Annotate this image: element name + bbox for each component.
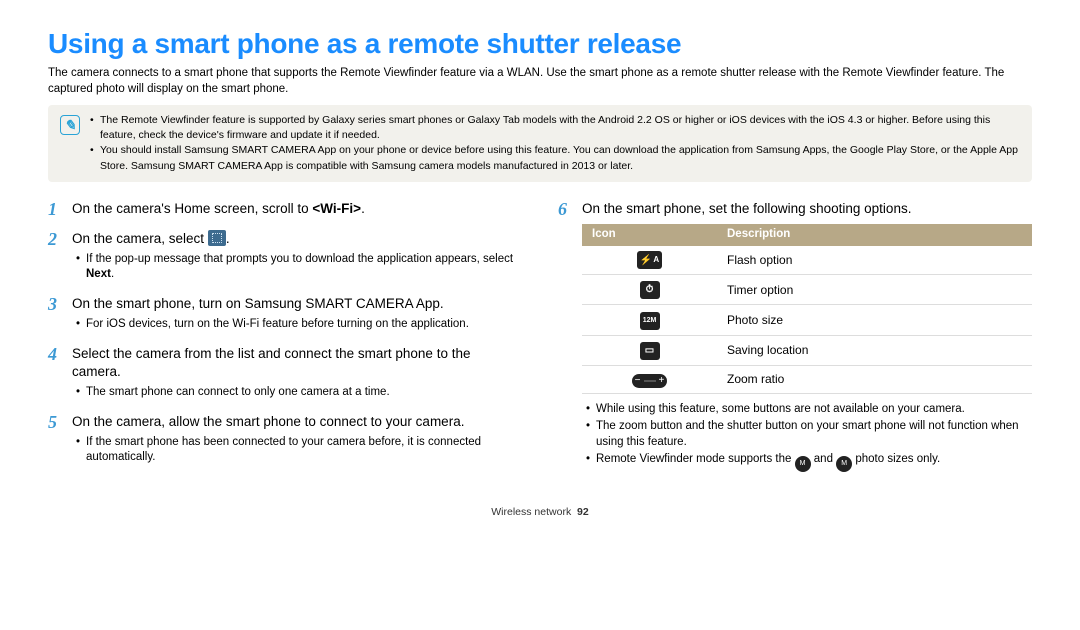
- footer-page-number: 92: [577, 506, 589, 518]
- page-footer: Wireless network 92: [48, 506, 1032, 518]
- th-description: Description: [717, 224, 1032, 246]
- cell-icon: [582, 246, 717, 275]
- cell-desc: Photo size: [717, 305, 1032, 336]
- post-note: While using this feature, some buttons a…: [586, 402, 1032, 418]
- post-note: Remote Viewfinder mode supports the M an…: [586, 452, 1032, 472]
- table-row: Flash option: [582, 246, 1032, 275]
- step-number: 5: [48, 413, 64, 468]
- cell-icon: [582, 305, 717, 336]
- note-list: The Remote Viewfinder feature is support…: [90, 113, 1020, 174]
- sub-bullet: If the smart phone has been connected to…: [76, 435, 522, 466]
- step-text: On the camera, allow the smart phone to …: [72, 413, 522, 468]
- sub-bullet-list: The smart phone can connect to only one …: [76, 385, 522, 401]
- page-root: Using a smart phone as a remote shutter …: [0, 0, 1080, 538]
- sub-bullet-list: If the pop-up message that prompts you t…: [76, 252, 522, 283]
- flash-icon: [637, 251, 662, 269]
- table-row: Timer option: [582, 275, 1032, 305]
- th-icon: Icon: [582, 224, 717, 246]
- table-row: −+ Zoom ratio: [582, 365, 1032, 393]
- right-column: 6 On the smart phone, set the following …: [558, 200, 1032, 484]
- step-text: On the camera, select . If the pop-up me…: [72, 230, 522, 285]
- options-table: Icon Description Flash option Ti: [582, 224, 1032, 393]
- footer-section: Wireless network: [491, 506, 571, 518]
- post-note: The zoom button and the shutter button o…: [586, 419, 1032, 450]
- table-row: Photo size: [582, 305, 1032, 336]
- cell-icon: [582, 335, 717, 365]
- step-number: 6: [558, 200, 574, 474]
- cell-desc: Saving location: [717, 335, 1032, 365]
- step-text: On the smart phone, turn on Samsung SMAR…: [72, 295, 522, 335]
- size-icon-a: M: [795, 456, 811, 472]
- sub-bullet: If the pop-up message that prompts you t…: [76, 252, 522, 283]
- note-item: You should install Samsung SMART CAMERA …: [90, 143, 1020, 173]
- note-item: The Remote Viewfinder feature is support…: [90, 113, 1020, 143]
- sub-bullet: For iOS devices, turn on the Wi-Fi featu…: [76, 317, 522, 333]
- table-row: Saving location: [582, 335, 1032, 365]
- note-callout: ✎ The Remote Viewfinder feature is suppo…: [48, 105, 1032, 182]
- cell-icon: −+: [582, 365, 717, 393]
- timer-icon: [640, 281, 660, 299]
- cell-icon: [582, 275, 717, 305]
- step-1: 1 On the camera's Home screen, scroll to…: [48, 200, 522, 220]
- sub-bullet-list: For iOS devices, turn on the Wi-Fi featu…: [76, 317, 522, 333]
- cell-desc: Timer option: [717, 275, 1032, 305]
- size-icon-b: M: [836, 456, 852, 472]
- remote-viewfinder-icon: [208, 230, 226, 246]
- step-number: 3: [48, 295, 64, 335]
- intro-text: The camera connects to a smart phone tha…: [48, 66, 1032, 97]
- zoom-ratio-icon: −+: [632, 374, 668, 388]
- step-6: 6 On the smart phone, set the following …: [558, 200, 1032, 474]
- cell-desc: Zoom ratio: [717, 365, 1032, 393]
- note-icon: ✎: [60, 115, 80, 135]
- two-column-layout: 1 On the camera's Home screen, scroll to…: [48, 200, 1032, 484]
- step-3: 3 On the smart phone, turn on Samsung SM…: [48, 295, 522, 335]
- step-number: 2: [48, 230, 64, 285]
- step-text: On the smart phone, set the following sh…: [582, 200, 1032, 474]
- photo-size-icon: [640, 312, 660, 330]
- cell-desc: Flash option: [717, 246, 1032, 275]
- step-text: Select the camera from the list and conn…: [72, 345, 522, 403]
- step-4: 4 Select the camera from the list and co…: [48, 345, 522, 403]
- step-number: 1: [48, 200, 64, 220]
- saving-location-icon: [640, 342, 660, 360]
- step-text: On the camera's Home screen, scroll to <…: [72, 200, 522, 220]
- step-2: 2 On the camera, select . If the pop-up …: [48, 230, 522, 285]
- step-number: 4: [48, 345, 64, 403]
- post-note-list: While using this feature, some buttons a…: [586, 402, 1032, 472]
- sub-bullet-list: If the smart phone has been connected to…: [76, 435, 522, 466]
- sub-bullet: The smart phone can connect to only one …: [76, 385, 522, 401]
- step-5: 5 On the camera, allow the smart phone t…: [48, 413, 522, 468]
- page-title: Using a smart phone as a remote shutter …: [48, 28, 1032, 60]
- left-column: 1 On the camera's Home screen, scroll to…: [48, 200, 522, 484]
